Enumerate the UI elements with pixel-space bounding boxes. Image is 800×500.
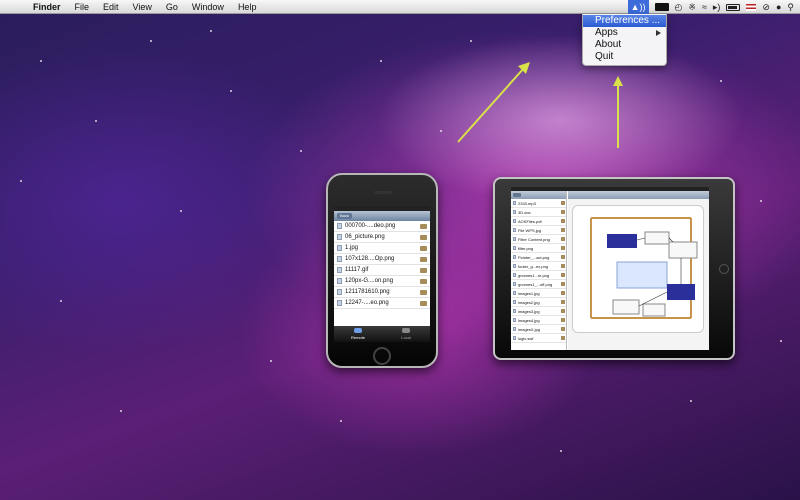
list-item[interactable]: images3.jpg — [511, 307, 566, 316]
folder-icon — [420, 257, 427, 262]
file-icon — [337, 245, 342, 251]
list-item[interactable]: Pointer_...act.png — [511, 253, 566, 262]
list-item[interactable]: images1.jpg — [511, 289, 566, 298]
file-icon — [513, 237, 516, 241]
file-icon — [337, 256, 342, 262]
folder-icon — [561, 300, 565, 304]
folder-icon — [420, 301, 427, 306]
list-item[interactable]: 2333.mp3 — [511, 199, 566, 208]
file-icon — [513, 210, 516, 214]
file-icon — [513, 228, 516, 232]
file-icon — [513, 219, 516, 223]
ipad-home-button[interactable] — [719, 264, 729, 274]
list-item[interactable]: 3D.doc — [511, 208, 566, 217]
list-item[interactable]: gnomes1...re.png — [511, 271, 566, 280]
document-diagram — [572, 205, 704, 333]
list-item[interactable]: 1.jpg — [334, 243, 430, 254]
folder-icon — [420, 268, 427, 273]
file-icon — [513, 246, 516, 250]
list-item[interactable]: Filter Content.png — [511, 235, 566, 244]
ipad-sidebar-nav — [511, 191, 566, 199]
iphone-tab-bar: Remote Local — [334, 326, 430, 342]
list-item[interactable]: 000700-....deo.png — [334, 221, 430, 232]
folder-icon — [561, 210, 565, 214]
ipad-file-list: 2333.mp3 3D.doc AOSFiles.pdf File WPS.jp… — [511, 191, 567, 350]
diagram-graphic — [590, 217, 698, 319]
file-icon — [513, 255, 516, 259]
list-item[interactable]: File WPS.jpg — [511, 226, 566, 235]
file-icon — [513, 273, 516, 277]
folder-icon — [561, 219, 565, 223]
file-icon — [337, 300, 342, 306]
list-item[interactable]: filter.png — [511, 244, 566, 253]
file-icon — [513, 318, 516, 322]
list-item[interactable]: 1211781610.png — [334, 287, 430, 298]
file-icon — [337, 234, 342, 240]
list-item[interactable]: imagesX.jpg — [511, 325, 566, 334]
iphone-home-button[interactable] — [373, 347, 391, 365]
file-icon — [337, 223, 342, 229]
folder-icon — [420, 235, 427, 240]
folder-icon — [420, 224, 427, 229]
folder-icon — [561, 336, 565, 340]
back-button[interactable]: Back — [337, 213, 352, 219]
folder-icon — [420, 246, 427, 251]
tab-local[interactable]: Local — [382, 326, 430, 342]
folder-icon — [561, 246, 565, 250]
list-item[interactable]: images2.jpg — [511, 298, 566, 307]
file-icon — [513, 264, 516, 268]
list-item[interactable]: 120px-G....on.png — [334, 276, 430, 287]
file-icon — [337, 289, 342, 295]
list-item[interactable]: 12247-....eo.png — [334, 298, 430, 309]
list-item[interactable]: AOSFiles.pdf — [511, 217, 566, 226]
ipad-screen: 2333.mp3 3D.doc AOSFiles.pdf File WPS.jp… — [511, 187, 709, 350]
folder-icon — [561, 282, 565, 286]
file-icon — [513, 327, 516, 331]
folder-icon — [420, 290, 427, 295]
folder-icon — [561, 264, 565, 268]
back-button[interactable] — [513, 193, 521, 197]
file-icon — [513, 300, 516, 304]
ipad-document-nav — [568, 191, 709, 199]
file-icon — [337, 267, 342, 273]
folder-icon — [561, 291, 565, 295]
folder-icon — [561, 318, 565, 322]
list-item[interactable]: 11117.gif — [334, 265, 430, 276]
folder-icon — [561, 255, 565, 259]
iphone-speaker — [374, 191, 392, 194]
file-icon — [513, 309, 516, 313]
arrow-right — [613, 76, 623, 148]
folder-icon — [561, 201, 565, 205]
iphone-nav-bar: Back — [334, 211, 430, 221]
ipad-device: 2333.mp3 3D.doc AOSFiles.pdf File WPS.jp… — [493, 177, 735, 360]
list-item[interactable]: logic.swf — [511, 334, 566, 343]
iphone-screen: Back 000700-....deo.png 06_picture.png 1… — [334, 206, 430, 342]
folder-icon — [561, 237, 565, 241]
remote-icon — [354, 328, 362, 333]
file-icon — [513, 336, 516, 340]
file-icon — [513, 291, 516, 295]
folder-icon — [561, 273, 565, 277]
local-icon — [402, 328, 410, 333]
folder-icon — [561, 327, 565, 331]
iphone-device: Back 000700-....deo.png 06_picture.png 1… — [326, 173, 438, 368]
file-icon — [513, 201, 516, 205]
list-item[interactable]: 107x128....Op.png — [334, 254, 430, 265]
list-item[interactable]: footer_g...ex.png — [511, 262, 566, 271]
tab-remote[interactable]: Remote — [334, 326, 382, 342]
folder-icon — [420, 279, 427, 284]
ipad-document-viewer — [568, 191, 709, 350]
folder-icon — [561, 309, 565, 313]
arrow-left — [457, 62, 530, 143]
list-item[interactable]: 06_picture.png — [334, 232, 430, 243]
file-icon — [337, 278, 342, 284]
list-item[interactable]: gnomes1_...off.png — [511, 280, 566, 289]
list-item[interactable]: images4.jpg — [511, 316, 566, 325]
file-icon — [513, 282, 516, 286]
folder-icon — [561, 228, 565, 232]
